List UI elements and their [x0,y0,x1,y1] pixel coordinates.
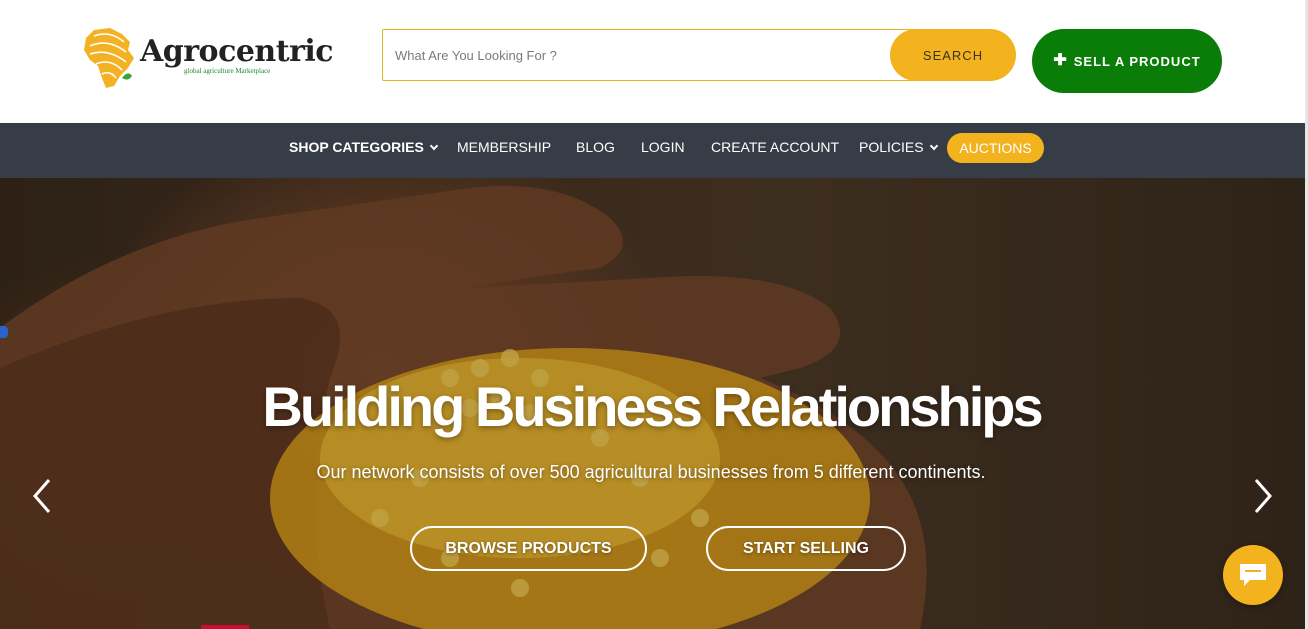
logo-name: Agrocentric [140,34,334,69]
slider-next-button[interactable] [1248,476,1278,516]
side-tab[interactable] [0,326,8,338]
start-selling-button[interactable]: START SELLING [706,526,906,571]
search-bar: SEARCH [382,29,1016,81]
search-button[interactable]: SEARCH [890,29,1016,81]
browse-products-button[interactable]: BROWSE PRODUCTS [410,526,647,571]
nav-membership[interactable]: MEMBERSHIP [457,123,551,178]
chat-widget-button[interactable] [1223,545,1283,605]
nav-login[interactable]: LOGIN [641,123,685,178]
search-input[interactable] [382,29,942,81]
chevron-right-icon [1254,479,1272,513]
sell-product-label: SELL A PRODUCT [1073,53,1201,69]
hero-slider: Building Business Relationships Our netw… [0,178,1308,629]
nav-auctions[interactable]: AUCTIONS [947,133,1044,163]
nav-blog[interactable]: BLOG [576,123,615,178]
africa-fingerprint-logo-icon [84,28,134,88]
plus-icon: ✚ [1053,52,1068,69]
nav-shop-categories[interactable]: SHOP CATEGORIES [289,123,439,178]
hero-subtitle: Our network consists of over 500 agricul… [316,462,986,482]
chevron-down-icon [429,141,439,151]
logo-tagline: global agriculture Marketplace [184,67,271,75]
chevron-down-icon [929,141,938,151]
site-header: Agrocentric global agriculture Marketpla… [0,0,1308,123]
sell-product-button[interactable]: ✚ SELL A PRODUCT [1032,29,1222,93]
slider-progress-indicator [201,625,249,629]
hero-title: Building Business Relationships [262,375,1043,438]
main-nav: SHOP CATEGORIES MEMBERSHIP BLOG LOGIN CR… [0,123,1308,178]
nav-policies[interactable]: POLICIES [859,123,938,178]
slider-prev-button[interactable] [27,476,57,516]
chevron-left-icon [33,479,51,513]
nav-shop-categories-label: SHOP CATEGORIES [289,139,424,155]
nav-policies-label: POLICIES [859,139,924,155]
site-logo[interactable]: Agrocentric global agriculture Marketpla… [80,26,334,92]
nav-create-account[interactable]: CREATE ACCOUNT [711,123,839,178]
chat-bubble-icon [1240,564,1266,586]
